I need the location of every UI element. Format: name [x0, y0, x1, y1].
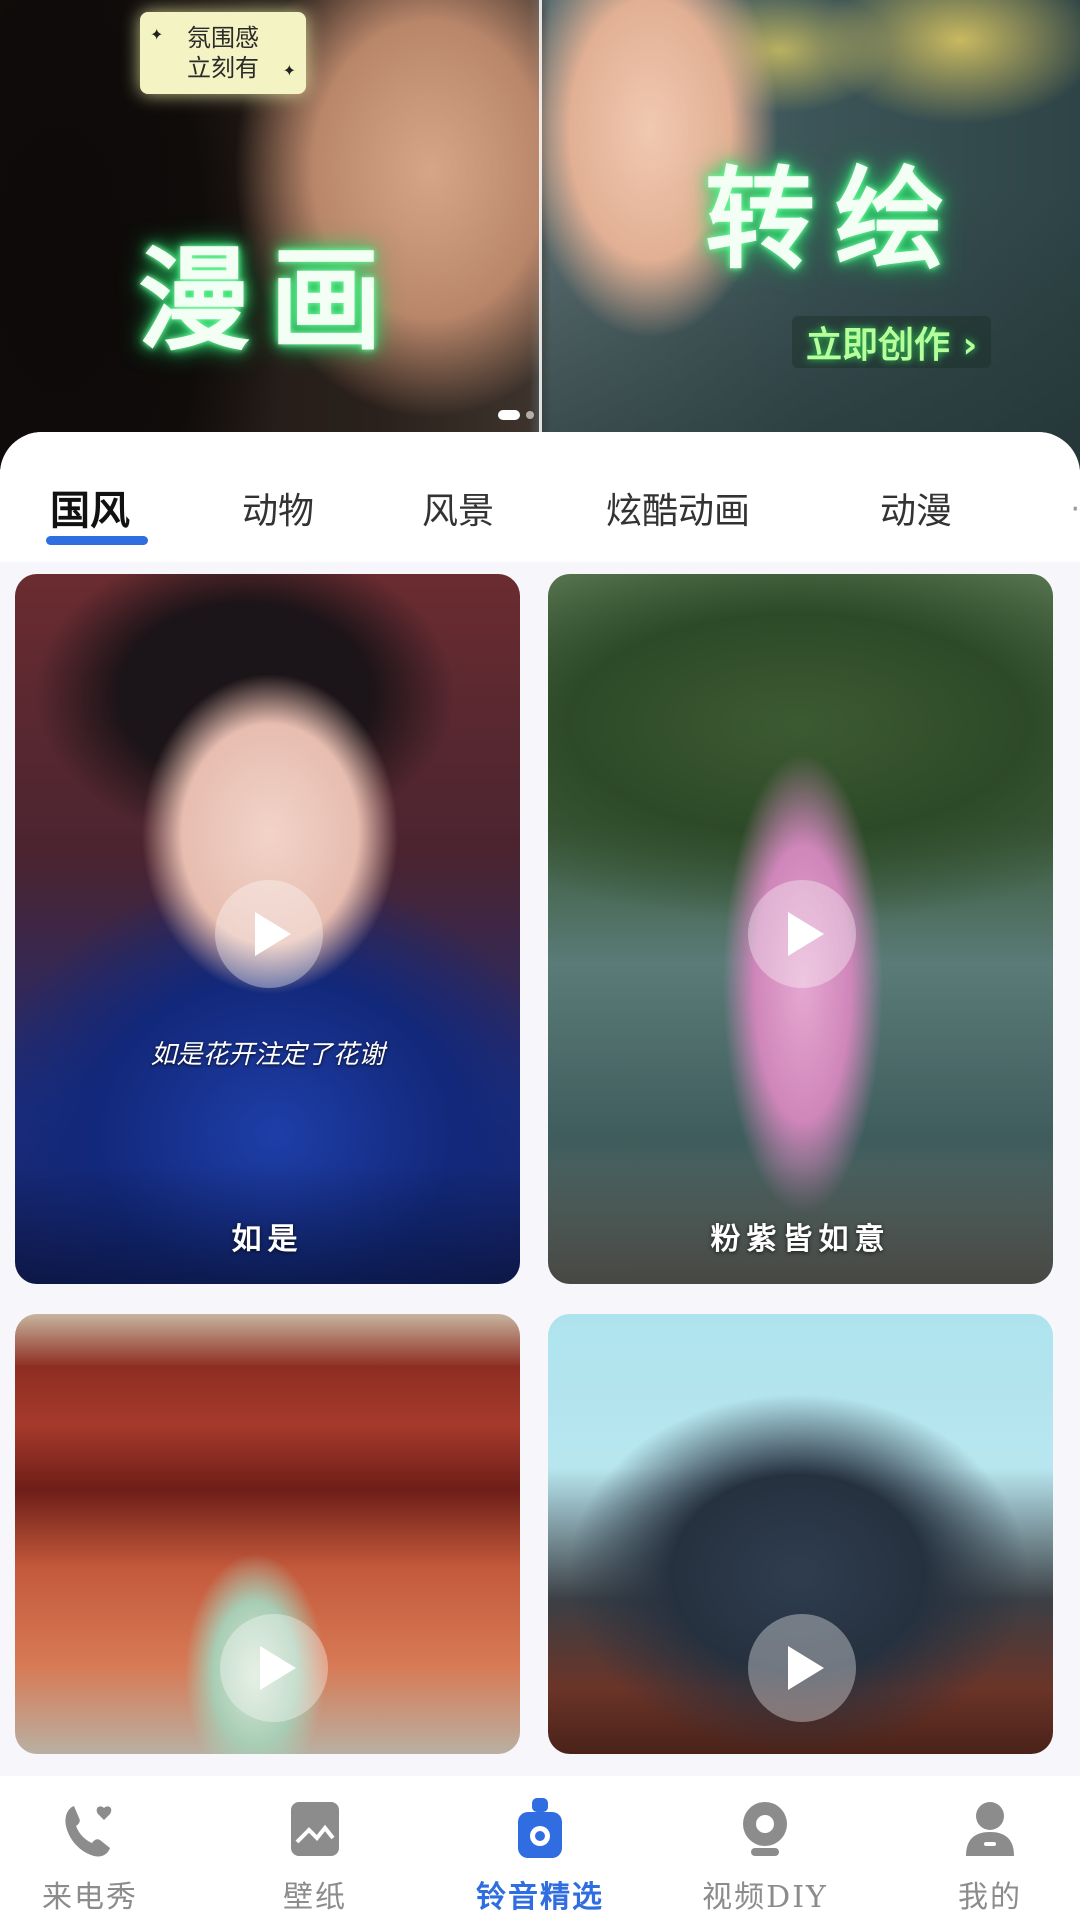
nav-label: 视频DIY: [702, 1880, 828, 1915]
phone-heart-icon: [65, 1806, 112, 1857]
video-card[interactable]: [548, 1314, 1053, 1754]
bottom-navigation: 来电秀 壁纸 铃音精选 视频DIY 我的: [0, 1776, 1080, 1920]
play-icon[interactable]: [748, 880, 856, 988]
video-subtitle: 如是花开注定了花谢: [150, 1040, 385, 1070]
banner-headline-right: 转绘: [705, 156, 965, 284]
tab-anime[interactable]: 动漫: [880, 482, 952, 534]
wallpaper-icon: [291, 1802, 339, 1856]
tab-animals[interactable]: 动物: [242, 482, 314, 534]
ringtone-icon: [518, 1798, 562, 1858]
badge-line-1: 氛围感: [187, 24, 259, 52]
create-now-button[interactable]: 立即创作 ›: [792, 316, 992, 368]
hero-banner[interactable]: ✦ 氛围感 立刻有 ✦ 漫画 转绘 立即创作 ›: [0, 0, 1080, 470]
card-title: 如是: [231, 1222, 304, 1257]
banner-headline-left: 漫画: [138, 236, 402, 366]
play-icon[interactable]: [748, 1614, 856, 1722]
banner-page-indicator: [498, 410, 534, 420]
sparkle-icon: ✦: [150, 25, 164, 44]
nav-item-caller-show[interactable]: 来电秀: [0, 1776, 180, 1920]
category-tabs: 国风 动物 风景 炫酷动画 动漫 ·: [0, 432, 1080, 562]
nav-label: 铃音精选: [476, 1880, 604, 1915]
banner-split-divider: [539, 0, 542, 470]
page-dot: [526, 411, 534, 419]
card-title: 粉紫皆如意: [710, 1222, 891, 1257]
webcam-icon: [743, 1802, 787, 1856]
tab-guofeng[interactable]: 国风: [50, 478, 130, 536]
profile-icon: [966, 1802, 1014, 1856]
play-icon[interactable]: [215, 880, 323, 988]
banner-badge: ✦ 氛围感 立刻有 ✦: [140, 12, 306, 94]
active-tab-indicator: [46, 536, 148, 545]
nav-item-ringtones[interactable]: 铃音精选: [450, 1776, 630, 1920]
content-panel: 国风 动物 风景 炫酷动画 动漫 · 如是花开注定了花谢 如是 粉紫皆如意: [0, 432, 1080, 1776]
sparkle-icon: ✦: [282, 61, 296, 80]
tab-overflow[interactable]: ·: [1070, 492, 1080, 527]
page-dot-active: [498, 410, 520, 420]
nav-item-profile[interactable]: 我的: [900, 1776, 1080, 1920]
nav-label: 我的: [958, 1880, 1022, 1915]
tab-cool-animation[interactable]: 炫酷动画: [606, 482, 750, 534]
video-card[interactable]: 粉紫皆如意: [548, 574, 1053, 1284]
badge-line-2: 立刻有: [187, 54, 259, 82]
nav-item-video-diy[interactable]: 视频DIY: [675, 1776, 855, 1920]
video-card[interactable]: 如是花开注定了花谢 如是: [15, 574, 520, 1284]
video-card[interactable]: [15, 1314, 520, 1754]
nav-label: 来电秀: [42, 1880, 138, 1915]
play-icon[interactable]: [220, 1614, 328, 1722]
nav-item-wallpaper[interactable]: 壁纸: [225, 1776, 405, 1920]
nav-label: 壁纸: [283, 1880, 347, 1915]
tab-scenery[interactable]: 风景: [422, 482, 494, 534]
